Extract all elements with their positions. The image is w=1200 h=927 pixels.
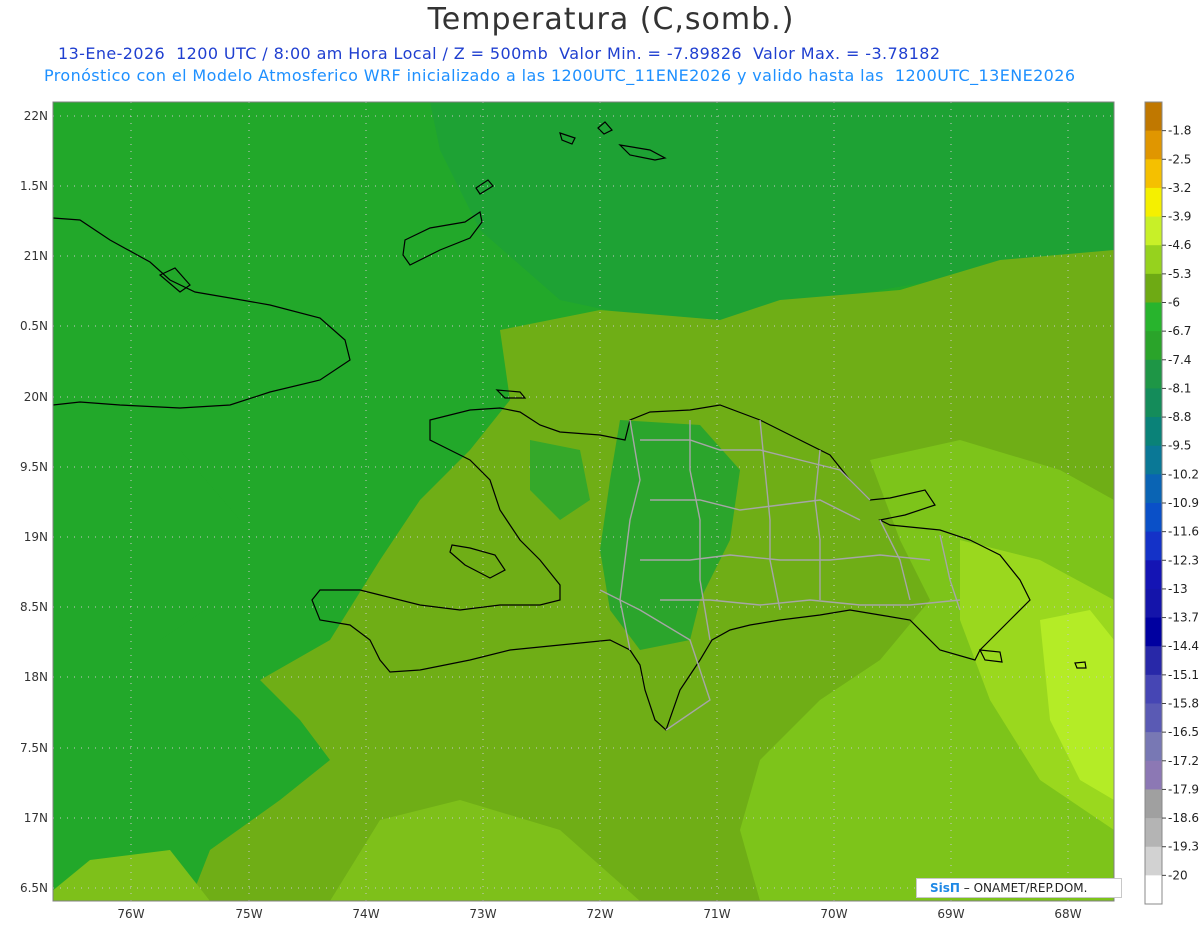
lon-label: 73W (469, 907, 496, 921)
colorbar-label: -17.2 (1168, 754, 1199, 768)
lat-label: 6.5N (20, 881, 48, 895)
colorbar-label: -16.5 (1168, 725, 1199, 739)
colorbar-label: -8.1 (1168, 381, 1191, 395)
lat-label: 19N (24, 530, 48, 544)
colorbar-swatch (1145, 531, 1162, 561)
colorbar-swatch (1145, 102, 1162, 132)
temperature-field (53, 102, 1114, 901)
colorbar-swatch (1145, 560, 1162, 590)
colorbar-label: -4.6 (1168, 238, 1191, 252)
lat-label: 9.5N (20, 460, 48, 474)
colorbar-swatch (1145, 503, 1162, 533)
colorbar-label: -8.8 (1168, 410, 1191, 424)
colorbar-label: -9.5 (1168, 439, 1191, 453)
colorbar-swatch (1145, 818, 1162, 848)
colorbar-label: -13.7 (1168, 611, 1199, 625)
colorbar-swatch (1145, 359, 1162, 389)
credit-box: SisΠ – ONAMET/REP.DOM. (916, 878, 1122, 898)
sispi-logo: SisΠ (930, 881, 960, 895)
colorbar-swatch (1145, 130, 1162, 160)
colorbar-label: -12.3 (1168, 553, 1199, 567)
lat-label: 22N (24, 109, 48, 123)
colorbar-swatch (1145, 187, 1162, 218)
colorbar-swatch (1145, 846, 1162, 876)
colorbar-swatch (1145, 674, 1162, 704)
colorbar: -1.8 -2.5 -3.2 -3.9 -4.6 -5.3 -6 -6.7 -7.4 -8.1 -8… (1144, 101, 1199, 905)
lon-label: 68W (1054, 907, 1081, 921)
lon-label: 70W (820, 907, 847, 921)
page-title: Temperatura (C,somb.) (427, 2, 795, 37)
colorbar-swatch (1145, 417, 1162, 447)
colorbar-swatch (1145, 445, 1162, 475)
colorbar-label: -15.8 (1168, 697, 1199, 711)
colorbar-label: -17.9 (1168, 782, 1199, 796)
lat-label: 7.5N (20, 741, 48, 755)
lat-label: 21N (24, 249, 48, 263)
lat-label: 0.5N (20, 319, 48, 333)
colorbar-swatch (1145, 760, 1162, 790)
colorbar-label: -15.1 (1168, 668, 1199, 682)
colorbar-label: -10.9 (1168, 496, 1199, 510)
lat-label: 20N (24, 390, 48, 404)
colorbar-label: -6 (1168, 296, 1180, 310)
colorbar-label: -11.6 (1168, 525, 1199, 539)
colorbar-swatch (1145, 216, 1162, 246)
lon-label: 76W (117, 907, 144, 921)
colorbar-swatch (1145, 273, 1162, 303)
colorbar-swatch (1145, 302, 1162, 332)
model-info-line: Pronóstico con el Modelo Atmosferico WRF… (44, 66, 1076, 85)
colorbar-swatch (1145, 474, 1162, 504)
lon-label: 75W (235, 907, 262, 921)
colorbar-swatch (1145, 875, 1162, 905)
lat-label: 17N (24, 811, 48, 825)
colorbar-swatch (1145, 588, 1162, 619)
lon-label: 69W (937, 907, 964, 921)
colorbar-swatch (1145, 331, 1162, 361)
colorbar-label: -2.5 (1168, 152, 1191, 166)
longitude-labels: 76W 75W 74W 73W 72W 71W 70W 69W 68W (117, 907, 1081, 921)
colorbar-label: -20 (1168, 868, 1188, 882)
lat-label: 18N (24, 670, 48, 684)
colorbar-label: -1.8 (1168, 124, 1191, 138)
colorbar-label: -13 (1168, 582, 1188, 596)
colorbar-label: -10.2 (1168, 467, 1199, 481)
lon-label: 72W (586, 907, 613, 921)
colorbar-label: -14.4 (1168, 639, 1199, 653)
latitude-labels: 22N 1.5N 21N 0.5N 20N 9.5N 19N 8.5N 18N … (20, 109, 48, 895)
colorbar-swatch (1145, 617, 1162, 647)
lon-label: 74W (352, 907, 379, 921)
lat-label: 8.5N (20, 600, 48, 614)
lat-label: 1.5N (20, 179, 48, 193)
colorbar-swatch (1145, 789, 1162, 819)
colorbar-swatch (1145, 732, 1162, 762)
colorbar-swatch (1145, 159, 1162, 189)
colorbar-swatch (1145, 703, 1162, 733)
colorbar-label: -18.6 (1168, 811, 1199, 825)
colorbar-label: -3.2 (1168, 181, 1191, 195)
lon-label: 71W (703, 907, 730, 921)
temperature-map: 22N 1.5N 21N 0.5N 20N 9.5N 19N 8.5N 18N … (20, 101, 1199, 921)
credit-text: – ONAMET/REP.DOM. (959, 881, 1088, 895)
colorbar-label: -7.4 (1168, 353, 1191, 367)
forecast-time-line: 13-Ene-2026 1200 UTC / 8:00 am Hora Loca… (58, 44, 941, 63)
colorbar-label: -5.3 (1168, 267, 1191, 281)
colorbar-swatch (1145, 245, 1162, 275)
colorbar-label: -3.9 (1168, 210, 1191, 224)
colorbar-swatch (1145, 388, 1162, 418)
colorbar-label: -19.3 (1168, 840, 1199, 854)
colorbar-swatch (1145, 646, 1162, 676)
colorbar-label: -6.7 (1168, 324, 1191, 338)
